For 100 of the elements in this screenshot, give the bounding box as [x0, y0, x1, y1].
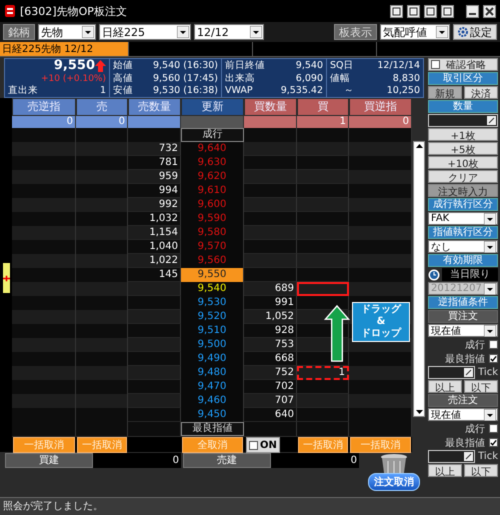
- price-cell[interactable]: 9,560: [181, 254, 244, 268]
- dropdown-caret-icon[interactable]: [484, 408, 496, 420]
- section-subheader: 買注文: [428, 310, 498, 323]
- tab[interactable]: 日経225先物 12/12: [0, 42, 128, 56]
- quantity-button[interactable]: +10枚: [428, 156, 498, 169]
- dropdown[interactable]: 日経225: [99, 24, 191, 40]
- symbol-button[interactable]: 銘柄: [3, 24, 35, 40]
- price-cell[interactable]: 9,510: [181, 324, 244, 338]
- stat-value: 9,540: [296, 60, 323, 72]
- stat-label: 前日終値: [225, 60, 265, 72]
- dropdown[interactable]: 先物: [38, 24, 96, 40]
- price-cell[interactable]: 9,640: [181, 142, 244, 156]
- dropdown-caret-icon[interactable]: [250, 26, 262, 38]
- price-cell[interactable]: 9,600: [181, 198, 244, 212]
- dropdown-caret-icon[interactable]: [484, 240, 496, 252]
- price-cell[interactable]: 9,630: [181, 156, 244, 170]
- price-cell[interactable]: 9,460: [181, 394, 244, 408]
- buy-order-cell[interactable]: [297, 254, 349, 268]
- checkbox[interactable]: [489, 424, 498, 433]
- price-cell[interactable]: 9,480: [181, 366, 244, 380]
- board-display-button[interactable]: 板表示: [334, 24, 377, 40]
- buy-order-cell[interactable]: [297, 394, 349, 408]
- condition-button[interactable]: 以下: [464, 380, 498, 393]
- price-cell[interactable]: 9,610: [181, 184, 244, 198]
- buy-order-cell[interactable]: 1: [297, 366, 349, 380]
- tick-field[interactable]: [428, 450, 476, 463]
- sell-quantity-cell: [128, 282, 181, 296]
- buy-order-cell[interactable]: [297, 296, 349, 310]
- buy-order-cell[interactable]: [297, 184, 349, 198]
- quantity-field[interactable]: [428, 114, 498, 127]
- window-icon[interactable]: [390, 4, 403, 18]
- drag-drop-hint: ドラッグ & ドロップ: [352, 302, 410, 342]
- price-cell[interactable]: 9,570: [181, 240, 244, 254]
- minimize-icon[interactable]: [466, 4, 479, 18]
- stat-label: 出来高: [225, 73, 255, 85]
- dropdown[interactable]: なし: [428, 240, 498, 253]
- dropdown[interactable]: 現在値: [428, 408, 498, 421]
- condition-button[interactable]: 以上: [428, 464, 462, 477]
- buy-order-cell[interactable]: [297, 142, 349, 156]
- dropdown-caret-icon[interactable]: [177, 26, 189, 38]
- input-button[interactable]: 注文時入力: [428, 184, 498, 197]
- cancel-order-button[interactable]: 注文取消: [368, 473, 420, 491]
- buy-order-cell[interactable]: [297, 198, 349, 212]
- condition-button[interactable]: 以下: [464, 464, 498, 477]
- dropdown-caret-icon[interactable]: [484, 212, 496, 224]
- buy-order-cell[interactable]: [297, 212, 349, 226]
- buy-order-cell[interactable]: [297, 282, 349, 296]
- buy-order-cell[interactable]: [297, 240, 349, 254]
- dropdown-caret-icon[interactable]: [484, 324, 496, 336]
- buy-order-cell[interactable]: [297, 268, 349, 282]
- checkbox-button[interactable]: 確認省略: [428, 58, 498, 71]
- price-cell[interactable]: 9,530: [181, 296, 244, 310]
- toggle-button[interactable]: 決済: [464, 86, 498, 99]
- condition-button[interactable]: 以上: [428, 380, 462, 393]
- buy-quantity-cell: 928: [244, 324, 297, 338]
- tick-field[interactable]: [428, 366, 476, 379]
- price-cell[interactable]: 9,520: [181, 310, 244, 324]
- price-cell[interactable]: 9,540: [181, 282, 244, 296]
- buy-order-cell[interactable]: [297, 170, 349, 184]
- price-cell[interactable]: 9,550: [181, 268, 244, 282]
- position-value: 0: [93, 453, 181, 468]
- dropdown-caret-icon[interactable]: [82, 26, 94, 38]
- dropdown-caret-icon[interactable]: [436, 26, 448, 38]
- buy-order-cell[interactable]: [297, 408, 349, 422]
- price-cell[interactable]: 9,490: [181, 352, 244, 366]
- scroll-up-icon[interactable]: [414, 142, 424, 151]
- price-cell[interactable]: 9,620: [181, 170, 244, 184]
- price-cell[interactable]: 9,580: [181, 226, 244, 240]
- quantity-button[interactable]: +5枚: [428, 142, 498, 155]
- quantity-button[interactable]: +1枚: [428, 128, 498, 141]
- quantity-button[interactable]: クリア: [428, 170, 498, 183]
- close-icon[interactable]: [483, 4, 496, 18]
- dropdown[interactable]: 現在値: [428, 324, 498, 337]
- checkbox[interactable]: [489, 354, 498, 363]
- price-cell[interactable]: 9,590: [181, 212, 244, 226]
- checkbox-label: 成行: [465, 338, 485, 352]
- price-cell[interactable]: 9,470: [181, 380, 244, 394]
- price-cell[interactable]: 9,500: [181, 338, 244, 352]
- buy-order-cell[interactable]: [297, 156, 349, 170]
- best-limit-label[interactable]: 最良指値: [181, 422, 244, 436]
- dropdown[interactable]: 気配呼値: [380, 24, 450, 40]
- sell-quantity-cell: [128, 324, 181, 338]
- sell-quantity-cell: 994: [128, 184, 181, 198]
- dropdown[interactable]: 12/12: [194, 24, 264, 40]
- dropdown[interactable]: FAK: [428, 212, 498, 225]
- marker-icon: [2, 274, 10, 282]
- buy-quantity-cell: [244, 268, 297, 282]
- checkbox[interactable]: [489, 438, 498, 447]
- on-toggle[interactable]: ON: [246, 437, 280, 453]
- settings-button[interactable]: 設定: [453, 24, 497, 40]
- market-order-label[interactable]: 成行: [181, 128, 244, 142]
- price-cell[interactable]: 9,450: [181, 408, 244, 422]
- buy-order-cell[interactable]: [297, 380, 349, 394]
- buy-order-cell[interactable]: [297, 226, 349, 240]
- scrollbar[interactable]: [413, 141, 425, 417]
- stat-value: 12/12/14: [377, 60, 420, 72]
- checkbox[interactable]: [489, 340, 498, 349]
- toggle-button[interactable]: 新規: [428, 86, 462, 99]
- refresh-button[interactable]: 更新: [181, 98, 244, 116]
- scroll-down-icon[interactable]: [414, 407, 424, 416]
